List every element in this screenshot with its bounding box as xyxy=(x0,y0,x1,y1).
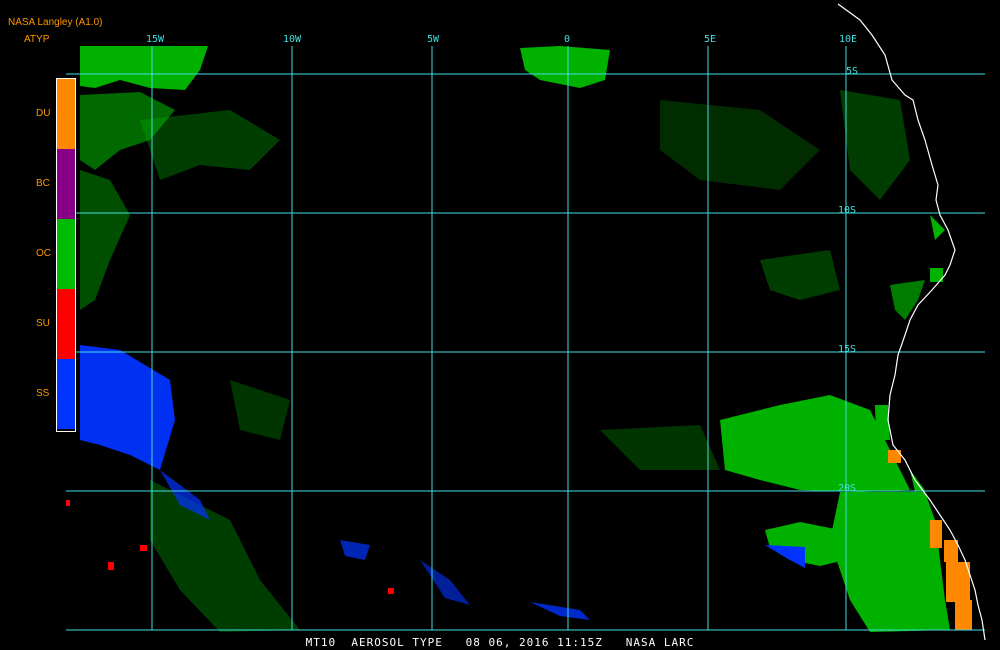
footer-caption: MT10 AEROSOL TYPE 08 06, 2016 11:15Z NAS… xyxy=(305,636,695,649)
lon-label-0: 0 xyxy=(564,34,571,45)
aerosol-map xyxy=(0,0,1000,650)
legend-label-oc: OC xyxy=(36,248,51,259)
lat-label-15s: 15S xyxy=(838,344,857,355)
lon-label-5w: 5W xyxy=(427,34,440,45)
legend-label-du: DU xyxy=(36,108,51,119)
lat-label-10s: 10S xyxy=(838,205,857,216)
lat-label-5s: 5S xyxy=(846,66,859,77)
source-label: NASA Langley (A1.0) xyxy=(8,17,103,28)
lon-label-5e: 5E xyxy=(704,34,717,45)
lon-label-10e: 10E xyxy=(839,34,858,45)
legend-label-su: SU xyxy=(36,318,50,329)
lon-label-10w: 10W xyxy=(283,34,302,45)
legend-label-bc: BC xyxy=(36,178,50,189)
legend-label-ss: SS xyxy=(36,388,50,399)
lat-label-20s: 20S xyxy=(838,483,857,494)
lon-label-15w: 15W xyxy=(146,34,165,45)
product-label: ATYP xyxy=(24,34,50,45)
